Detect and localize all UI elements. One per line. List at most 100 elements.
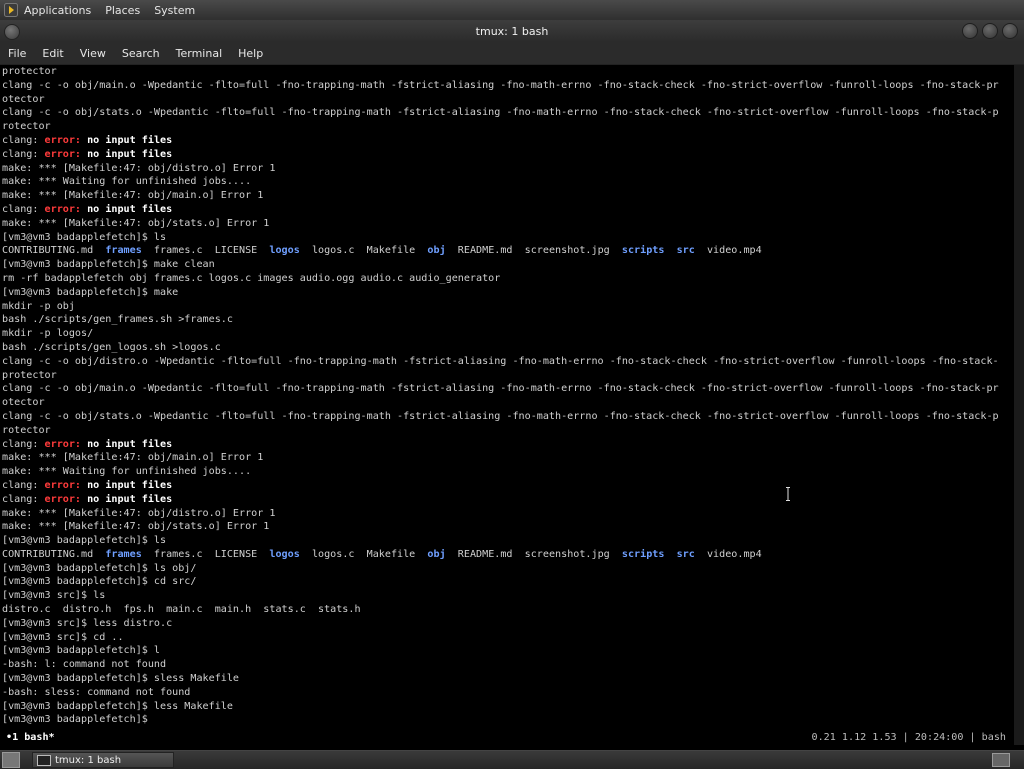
terminal-text: logos.c Makefile: [299, 548, 428, 560]
terminal-text: [vm3@vm3 badapplefetch]$ ls: [2, 535, 167, 547]
menu-file[interactable]: File: [0, 47, 34, 60]
terminal-line: make: *** Waiting for unfinished jobs...…: [2, 465, 1016, 479]
terminal-line: bash ./scripts/gen_logos.sh >logos.c: [2, 341, 1016, 355]
terminal-line: clang -c -o obj/stats.o -Wpedantic -flto…: [2, 410, 1016, 424]
window-titlebar[interactable]: tmux: 1 bash: [0, 20, 1024, 42]
terminal-text: clang -c -o obj/distro.o -Wpedantic -flt…: [2, 355, 999, 367]
terminal-line: otector: [2, 93, 1016, 107]
error-label: error:: [44, 438, 82, 450]
panel-menu-system[interactable]: System: [154, 4, 195, 17]
terminal-line: CONTRIBUTING.md frames frames.c LICENSE …: [2, 244, 1016, 258]
terminal-line: make: *** [Makefile:47: obj/main.o] Erro…: [2, 189, 1016, 203]
terminal-line: make: *** [Makefile:47: obj/distro.o] Er…: [2, 162, 1016, 176]
taskbar-item-label: tmux: 1 bash: [55, 754, 122, 766]
terminal-text: make: *** [Makefile:47: obj/main.o] Erro…: [2, 452, 264, 464]
terminal-text: [vm3@vm3 src]$ less distro.c: [2, 617, 173, 629]
terminal-line: [vm3@vm3 src]$ ls: [2, 589, 1016, 603]
terminal-line: [vm3@vm3 badapplefetch]$: [2, 713, 1016, 727]
terminal-text: [vm3@vm3 badapplefetch]$: [2, 714, 148, 726]
terminal-text: [vm3@vm3 badapplefetch]$ less Makefile: [2, 700, 233, 712]
terminal-text: no input files: [87, 493, 173, 505]
terminal-text: make: *** Waiting for unfinished jobs...…: [2, 466, 252, 478]
terminal-text: [vm3@vm3 badapplefetch]$ ls: [2, 231, 167, 243]
terminal-text: bash ./scripts/gen_logos.sh >logos.c: [2, 341, 221, 353]
directory-name: src: [676, 548, 695, 560]
window-menu-icon[interactable]: [4, 24, 20, 40]
terminal-text: clang -c -o obj/main.o -Wpedantic -flto=…: [2, 79, 999, 91]
terminal-text: mkdir -p obj: [2, 300, 75, 312]
terminal-text: README.md screenshot.jpg: [445, 548, 622, 560]
terminal-text: no input files: [87, 438, 173, 450]
close-button[interactable]: [1002, 23, 1018, 39]
applications-menu-icon[interactable]: [4, 3, 18, 17]
error-label: error:: [44, 148, 82, 160]
terminal-line: [vm3@vm3 badapplefetch]$ make: [2, 286, 1016, 300]
terminal-line: distro.c distro.h fps.h main.c main.h st…: [2, 603, 1016, 617]
tmux-status-bar: •1 bash* 0.21 1.12 1.53 | 20:24:00 | bas…: [0, 731, 1014, 745]
terminal-line: clang: error: no input files: [2, 134, 1016, 148]
terminal-text: no input files: [87, 479, 173, 491]
menu-search[interactable]: Search: [114, 47, 168, 60]
terminal-line: [vm3@vm3 src]$ less distro.c: [2, 617, 1016, 631]
terminal-line: [vm3@vm3 badapplefetch]$ sless Makefile: [2, 672, 1016, 686]
show-desktop-icon[interactable]: [2, 752, 20, 768]
terminal-text: -bash: l: command not found: [2, 659, 167, 671]
terminal-line: protector: [2, 369, 1016, 383]
terminal-line: clang -c -o obj/distro.o -Wpedantic -flt…: [2, 355, 1016, 369]
terminal-line: mkdir -p obj: [2, 300, 1016, 314]
mouse-ibeam-cursor-icon: [786, 486, 790, 501]
terminal-line: rm -rf badapplefetch obj frames.c logos.…: [2, 272, 1016, 286]
terminal-icon: [37, 754, 51, 766]
panel-menu-places[interactable]: Places: [105, 4, 140, 17]
directory-name: scripts: [621, 548, 665, 560]
tmux-window-list[interactable]: •1 bash*: [6, 731, 55, 745]
terminal-output[interactable]: protector clang -c -o obj/main.o -Wpedant…: [0, 65, 1016, 745]
terminal-scrollbar[interactable]: [1014, 65, 1024, 745]
menu-edit[interactable]: Edit: [34, 47, 71, 60]
directory-name: scripts: [621, 245, 665, 257]
terminal-text: clang -c -o obj/main.o -Wpedantic -flto=…: [2, 383, 999, 395]
terminal-text: [vm3@vm3 badapplefetch]$ cd src/: [2, 576, 197, 588]
terminal-line: [vm3@vm3 badapplefetch]$ ls obj/: [2, 562, 1016, 576]
panel-menu-applications[interactable]: Applications: [24, 4, 91, 17]
terminal-line: make: *** [Makefile:47: obj/main.o] Erro…: [2, 451, 1016, 465]
terminal-line: bash ./scripts/gen_frames.sh >frames.c: [2, 313, 1016, 327]
terminal-line: clang: error: no input files: [2, 148, 1016, 162]
terminal-text: make: *** [Makefile:47: obj/stats.o] Err…: [2, 521, 270, 533]
tmux-status-right: 0.21 1.12 1.53 | 20:24:00 | bash: [811, 732, 1006, 743]
terminal-line: make: *** [Makefile:47: obj/stats.o] Err…: [2, 520, 1016, 534]
terminal-text: rm -rf badapplefetch obj frames.c logos.…: [2, 272, 501, 284]
menu-help[interactable]: Help: [230, 47, 271, 60]
terminal-line: [vm3@vm3 badapplefetch]$ ls: [2, 231, 1016, 245]
window-controls: [962, 23, 1018, 39]
terminal-text: make: *** [Makefile:47: obj/main.o] Erro…: [2, 190, 264, 202]
terminal-line: [vm3@vm3 badapplefetch]$ make clean: [2, 258, 1016, 272]
maximize-button[interactable]: [982, 23, 998, 39]
terminal-text: rotector: [2, 424, 51, 436]
terminal-text: distro.c distro.h fps.h main.c main.h st…: [2, 604, 361, 616]
terminal-line: make: *** [Makefile:47: obj/distro.o] Er…: [2, 507, 1016, 521]
terminal-text: README.md screenshot.jpg: [445, 245, 622, 257]
directory-name: logos: [269, 548, 300, 560]
terminal-text: video.mp4: [694, 245, 762, 257]
menu-terminal[interactable]: Terminal: [168, 47, 231, 60]
terminal-text: bash ./scripts/gen_frames.sh >frames.c: [2, 314, 233, 326]
terminal-text: clang:: [2, 203, 45, 215]
terminal-text: mkdir -p logos/: [2, 328, 94, 340]
menu-view[interactable]: View: [72, 47, 114, 60]
terminal-text: make: *** [Makefile:47: obj/stats.o] Err…: [2, 217, 270, 229]
terminal-line: [vm3@vm3 badapplefetch]$ ls: [2, 534, 1016, 548]
terminal-text: protector: [2, 369, 57, 381]
terminal-line: clang -c -o obj/main.o -Wpedantic -flto=…: [2, 79, 1016, 93]
terminal-line: [vm3@vm3 badapplefetch]$ l: [2, 644, 1016, 658]
workspace-switcher-icon[interactable]: [992, 753, 1010, 767]
terminal-line: make: *** [Makefile:47: obj/stats.o] Err…: [2, 217, 1016, 231]
taskbar-item-terminal[interactable]: tmux: 1 bash: [32, 752, 174, 768]
terminal-text: [vm3@vm3 src]$ ls: [2, 590, 106, 602]
minimize-button[interactable]: [962, 23, 978, 39]
bottom-panel: tmux: 1 bash: [0, 750, 1024, 769]
error-label: error:: [44, 134, 82, 146]
terminal-text: video.mp4: [694, 548, 762, 560]
